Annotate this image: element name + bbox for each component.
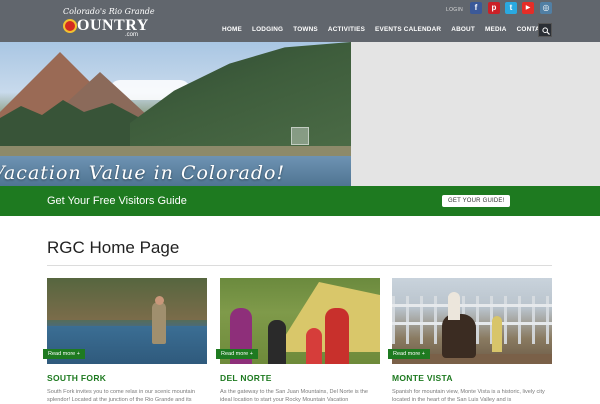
twitter-icon[interactable]: t <box>505 2 517 14</box>
nav-home[interactable]: HOME <box>222 24 242 36</box>
get-guide-button[interactable]: GET YOUR GUIDE! <box>442 195 511 207</box>
card-description: As the gateway to the San Juan Mountains… <box>220 389 369 403</box>
logo-suffix: .com <box>125 32 139 38</box>
nav-media[interactable]: MEDIA <box>485 24 507 36</box>
guide-text: Get Your Free Visitors Guide <box>47 195 187 207</box>
search-button[interactable] <box>538 23 552 37</box>
town-card-south-fork: Read more + SOUTH FORK South Fork invite… <box>43 278 207 403</box>
town-card-monte-vista: Read more + MONTE VISTA Spanish for moun… <box>388 278 552 403</box>
card-description: South Fork invites you to come relax in … <box>47 389 195 403</box>
site-header: Colorado's Rio Grande OUNTRY .com LOGIN … <box>0 0 600 42</box>
site-logo[interactable]: Colorado's Rio Grande OUNTRY .com <box>61 7 155 39</box>
card-title[interactable]: SOUTH FORK <box>47 373 106 383</box>
pinterest-icon[interactable]: p <box>488 2 500 14</box>
logo-script: Colorado's Rio Grande <box>63 7 155 16</box>
read-more-button[interactable]: Read more + <box>43 349 85 359</box>
slider-next-arrow[interactable] <box>291 127 309 145</box>
card-title[interactable]: DEL NORTE <box>220 373 272 383</box>
title-divider <box>47 265 552 266</box>
card-title[interactable]: MONTE VISTA <box>392 373 453 383</box>
nav-events-calendar[interactable]: EVENTS CALENDAR <box>375 24 441 36</box>
read-more-button[interactable]: Read more + <box>388 349 430 359</box>
read-more-button[interactable]: Read more + <box>216 349 258 359</box>
instagram-icon[interactable]: ◎ <box>540 2 552 14</box>
main-nav: HOME LODGING TOWNS ACTIVITIES EVENTS CAL… <box>222 24 559 36</box>
nav-activities[interactable]: ACTIVITIES <box>328 24 365 36</box>
hero-image: Vacation Value in Colorado! <box>0 42 351 186</box>
card-description: Spanish for mountain view, Monte Vista i… <box>392 389 545 403</box>
nav-about[interactable]: ABOUT <box>451 24 475 36</box>
page-title: RGC Home Page <box>47 238 180 257</box>
nav-towns[interactable]: TOWNS <box>293 24 318 36</box>
youtube-icon[interactable]: ▶ <box>522 2 534 14</box>
colorado-c-icon <box>63 19 77 33</box>
facebook-icon[interactable]: f <box>470 2 482 14</box>
town-card-del-norte: Read more + DEL NORTE As the gateway to … <box>216 278 380 403</box>
hero-slogan: Vacation Value in Colorado! <box>0 162 286 184</box>
nav-lodging[interactable]: LODGING <box>252 24 283 36</box>
login-link[interactable]: LOGIN <box>446 7 463 13</box>
search-icon <box>542 27 550 35</box>
visitors-guide-bar: Get Your Free Visitors Guide GET YOUR GU… <box>0 186 600 216</box>
